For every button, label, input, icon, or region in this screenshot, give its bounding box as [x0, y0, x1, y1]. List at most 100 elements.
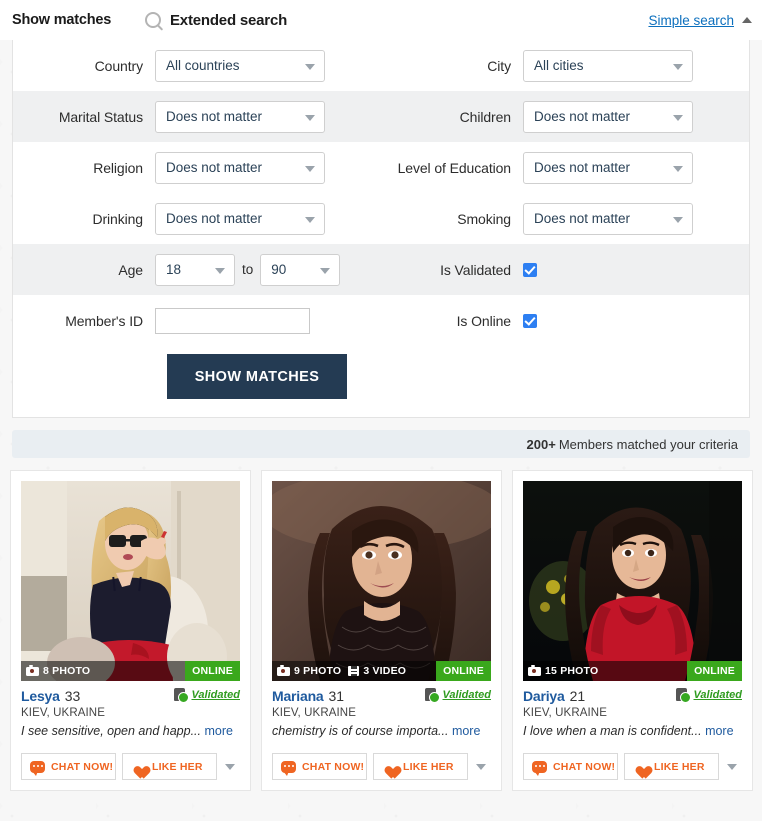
photo-badge-strip: 15 PHOTO ONLINE	[523, 661, 742, 681]
age-to-select[interactable]: 90	[260, 253, 341, 286]
show-matches-button[interactable]: SHOW MATCHES	[167, 354, 347, 399]
field-children-label: Children	[459, 108, 511, 125]
profile-photo[interactable]: 15 PHOTO ONLINE	[523, 481, 742, 681]
profile-blurb-text: chemistry is of course importa...	[272, 724, 449, 738]
extended-search-bar: Extended search Simple search	[131, 0, 762, 40]
field-is-online: Is Online	[381, 313, 749, 329]
age-range-separator: to	[242, 262, 254, 277]
more-link[interactable]: more	[705, 724, 733, 738]
validated-badge[interactable]: Validated	[173, 688, 241, 703]
more-actions-caret-icon[interactable]	[225, 763, 235, 770]
like-her-button[interactable]: LIKE HER	[624, 753, 719, 780]
form-row-memberid-online: Member's ID Is Online	[13, 295, 749, 346]
children-select[interactable]: Does not matter	[523, 100, 693, 133]
field-country-label: Country	[94, 57, 143, 74]
form-row-drinking-smoking: Drinking Does not matter Smoking Does no…	[13, 193, 749, 244]
profile-card[interactable]: 15 PHOTO ONLINE Dariya 21 Validated KIEV…	[512, 470, 753, 791]
is-online-checkbox[interactable]	[523, 313, 537, 328]
profile-blurb: I see sensitive, open and happ... more	[21, 724, 240, 738]
field-member-id: Member's ID	[13, 307, 381, 334]
profile-card[interactable]: 9 PHOTO 3 VIDEO ONLINE Mariana 31 Valida…	[261, 470, 502, 791]
simple-search-link[interactable]: Simple search	[648, 13, 734, 28]
chevron-down-icon	[305, 63, 315, 70]
field-religion: Religion Does not matter	[13, 151, 381, 184]
form-row-age-validated: Age 18 to 90 Is Validated	[13, 244, 749, 295]
like-her-label: LIKE HER	[654, 760, 705, 773]
profile-name[interactable]: Lesya	[21, 688, 60, 704]
verified-badge-icon	[424, 688, 440, 703]
like-her-button[interactable]: LIKE HER	[122, 753, 217, 780]
chat-now-button[interactable]: CHAT NOW!	[523, 753, 618, 780]
results-count-text: Members matched your criteria	[558, 436, 738, 452]
field-city: City All cities	[381, 49, 749, 82]
profile-name[interactable]: Dariya	[523, 688, 565, 704]
results-grid: 8 PHOTO ONLINE Lesya 33 Validated KIEV, …	[0, 458, 762, 791]
field-city-label: City	[487, 57, 511, 74]
profile-photo[interactable]: 9 PHOTO 3 VIDEO ONLINE	[272, 481, 491, 681]
field-drinking-label: Drinking	[92, 210, 143, 227]
level-of-education-select-value: Does not matter	[534, 160, 631, 175]
chat-now-label: CHAT NOW!	[553, 760, 616, 773]
profile-name-row: Lesya 33 Validated	[21, 688, 240, 704]
chat-bubble-icon	[30, 760, 45, 776]
profile-blurb: chemistry is of course importa... more	[272, 724, 491, 738]
chat-now-label: CHAT NOW!	[51, 760, 114, 773]
marital-status-select-value: Does not matter	[166, 109, 263, 124]
validated-label[interactable]: Validated	[694, 689, 743, 701]
photo-count-label: 15 PHOTO	[545, 665, 599, 677]
validated-label[interactable]: Validated	[192, 689, 241, 701]
age-from-select[interactable]: 18	[155, 253, 235, 286]
simple-search-toggle[interactable]: Simple search	[648, 13, 752, 28]
profile-location: KIEV, UKRAINE	[21, 707, 105, 719]
tab-show-matches-label: Show matches	[12, 12, 112, 28]
photo-count-badge: 8 PHOTO	[21, 661, 186, 681]
photo-badge-strip: 8 PHOTO ONLINE	[21, 661, 240, 681]
chevron-down-icon	[320, 267, 331, 274]
form-row-marital-children: Marital Status Does not matter Children …	[13, 91, 749, 142]
marital-status-select[interactable]: Does not matter	[155, 100, 325, 133]
level-of-education-select[interactable]: Does not matter	[523, 151, 693, 184]
photo-badge-strip: 9 PHOTO 3 VIDEO ONLINE	[272, 661, 491, 681]
religion-select[interactable]: Does not matter	[155, 151, 325, 184]
drinking-select[interactable]: Does not matter	[155, 202, 325, 235]
validated-badge[interactable]: Validated	[675, 688, 743, 703]
field-marital-status: Marital Status Does not matter	[13, 100, 381, 133]
religion-select-value: Does not matter	[166, 160, 263, 175]
chevron-down-icon	[215, 267, 225, 274]
search-form-panel: Country All countries City All cities Ma…	[12, 40, 750, 418]
smoking-select[interactable]: Does not matter	[523, 202, 693, 235]
field-is-validated: Is Validated	[381, 262, 749, 278]
caret-up-icon[interactable]	[742, 17, 752, 23]
member-id-input[interactable]	[155, 307, 310, 334]
country-select-value: All countries	[166, 58, 240, 73]
tab-show-matches[interactable]: Show matches	[0, 0, 131, 40]
more-link[interactable]: more	[452, 724, 480, 738]
validated-label[interactable]: Validated	[443, 689, 492, 701]
online-badge: ONLINE	[687, 661, 742, 681]
more-actions-caret-icon[interactable]	[476, 763, 486, 770]
field-religion-label: Religion	[93, 159, 143, 176]
chat-now-button[interactable]: CHAT NOW!	[21, 753, 116, 780]
more-link[interactable]: more	[204, 724, 232, 738]
field-member-id-label: Member's ID	[65, 312, 143, 329]
photo-count-label: 9 PHOTO	[294, 665, 342, 677]
field-country: Country All countries	[13, 49, 381, 82]
city-select[interactable]: All cities	[523, 49, 693, 82]
profile-photo[interactable]: 8 PHOTO ONLINE	[21, 481, 240, 681]
validated-badge[interactable]: Validated	[424, 688, 492, 703]
chat-now-button[interactable]: CHAT NOW!	[272, 753, 367, 780]
field-children: Children Does not matter	[381, 100, 749, 133]
online-badge: ONLINE	[185, 661, 240, 681]
online-badge: ONLINE	[436, 661, 491, 681]
profile-name[interactable]: Mariana	[272, 688, 324, 704]
chat-bubble-icon	[281, 760, 296, 776]
country-select[interactable]: All countries	[155, 49, 325, 82]
profile-location: KIEV, UKRAINE	[272, 707, 356, 719]
field-smoking-label: Smoking	[457, 210, 511, 227]
more-actions-caret-icon[interactable]	[727, 763, 737, 770]
photo-count-badge: 9 PHOTO 3 VIDEO	[272, 661, 437, 681]
is-validated-checkbox[interactable]	[523, 262, 537, 277]
like-her-button[interactable]: LIKE HER	[373, 753, 468, 780]
drinking-select-value: Does not matter	[166, 211, 263, 226]
profile-card[interactable]: 8 PHOTO ONLINE Lesya 33 Validated KIEV, …	[10, 470, 251, 791]
